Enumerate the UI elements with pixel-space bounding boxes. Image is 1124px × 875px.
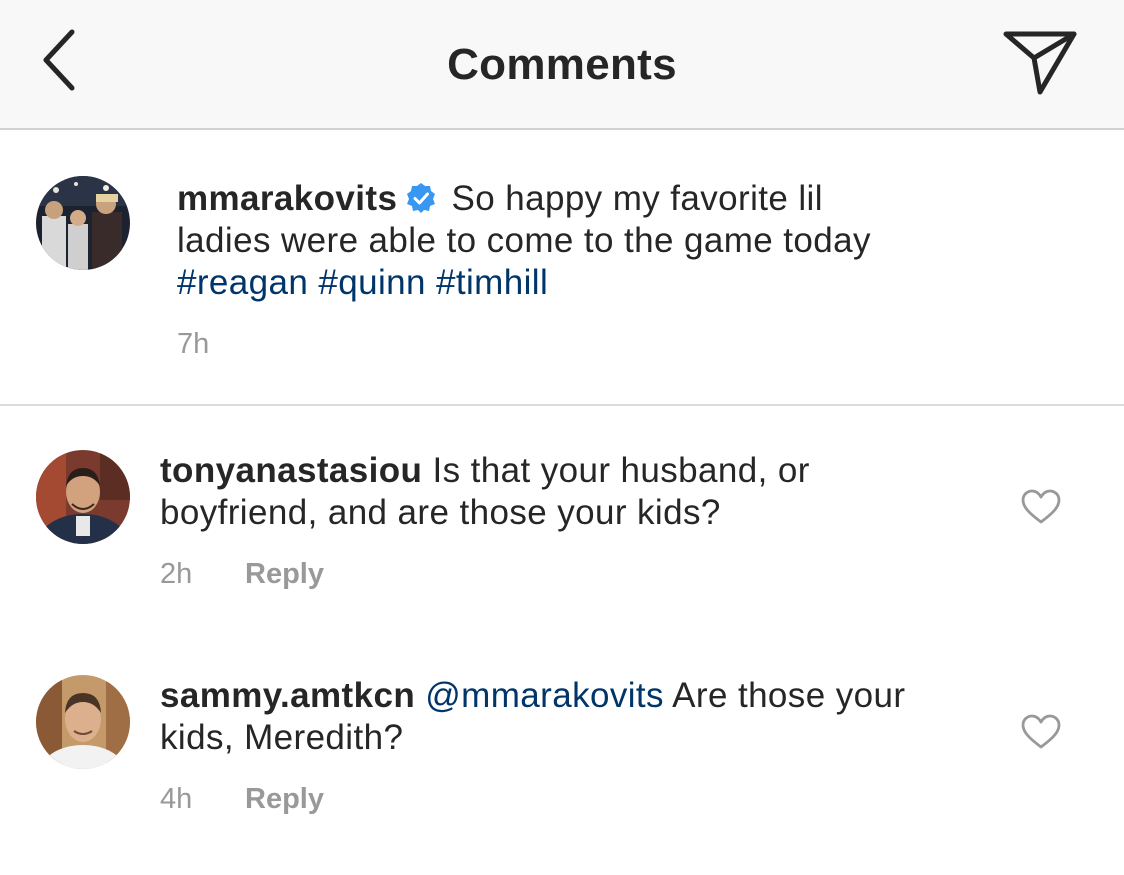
reply-button[interactable]: Reply	[245, 783, 324, 816]
verified-badge-icon	[407, 183, 436, 213]
comment-username[interactable]: tonyanastasiou	[160, 451, 422, 490]
heart-outline-icon[interactable]	[1021, 714, 1061, 750]
comment-text-line2: boyfriend, and are those your kids?	[160, 493, 721, 532]
comment-text-line2: kids, Meredith?	[160, 718, 404, 757]
hashtag-link[interactable]: #quinn	[318, 263, 426, 302]
comment-timestamp: 4h	[160, 783, 193, 815]
avatar[interactable]	[36, 176, 130, 270]
caption-username[interactable]: mmarakovits	[177, 179, 397, 218]
comment-text-line1: Is that your husband, or	[432, 451, 810, 490]
heart-outline-icon[interactable]	[1021, 489, 1061, 525]
comment-timestamp: 2h	[160, 558, 193, 590]
comment-text: sammy.amtkcn @mmarakovits Are those your…	[160, 675, 1000, 759]
mention-link[interactable]: @mmarakovits	[425, 676, 664, 715]
avatar[interactable]	[36, 675, 130, 769]
caption-text-line2: ladies were able to come to the game tod…	[177, 221, 871, 260]
comment-text-line1: Are those your	[672, 676, 906, 715]
hashtag-link[interactable]: #timhill	[436, 263, 548, 302]
share-button[interactable]	[1000, 28, 1080, 96]
comment-text: tonyanastasiou Is that your husband, or …	[160, 450, 1000, 534]
hashtag-link[interactable]: #reagan	[177, 263, 308, 302]
caption-timestamp: 7h	[177, 328, 210, 360]
caption-text-line1: So happy my favorite lil	[451, 179, 823, 218]
header-bar: Comments	[0, 0, 1124, 130]
caption-text: mmarakovits So happy my favorite lil lad…	[177, 178, 1077, 304]
paper-plane-icon	[1003, 31, 1077, 95]
reply-button[interactable]: Reply	[245, 558, 324, 591]
avatar[interactable]	[36, 450, 130, 544]
page-title: Comments	[447, 40, 677, 89]
post-caption: mmarakovits So happy my favorite lil lad…	[0, 130, 1124, 406]
comment-username[interactable]: sammy.amtkcn	[160, 676, 415, 715]
